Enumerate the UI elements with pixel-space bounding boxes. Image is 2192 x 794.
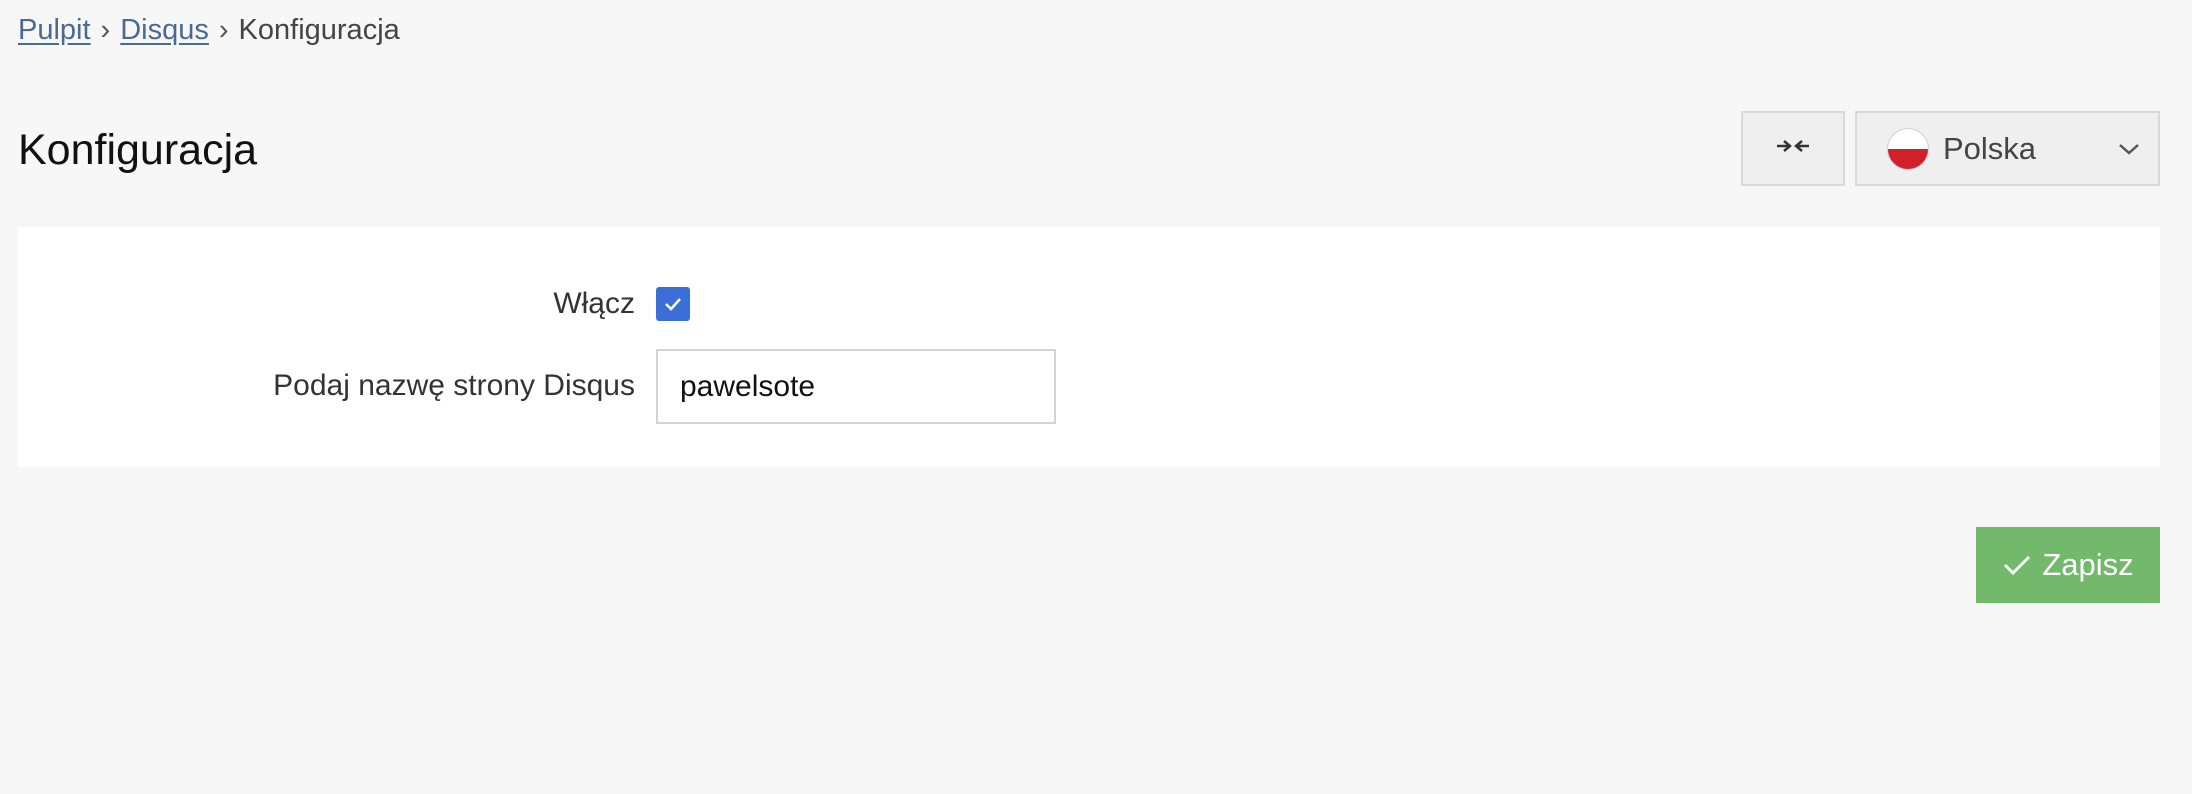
page-title: Konfiguracja <box>18 126 258 174</box>
breadcrumb-current: Konfiguracja <box>238 14 400 46</box>
enable-checkbox[interactable] <box>656 287 690 321</box>
enable-label: Włącz <box>553 287 635 320</box>
checkmark-icon <box>665 298 681 311</box>
save-button-label: Zapisz <box>2042 547 2134 582</box>
save-button[interactable]: Zapisz <box>1976 527 2160 603</box>
language-selected-label: Polska <box>1943 130 2037 166</box>
poland-flag-icon <box>1887 127 1929 170</box>
breadcrumb-separator: › <box>100 14 111 46</box>
breadcrumb-separator: › <box>218 14 229 46</box>
language-select[interactable]: Polska <box>1855 111 2160 186</box>
settings-card <box>18 227 2160 467</box>
site-name-input[interactable] <box>656 349 1056 424</box>
checkmark-icon <box>2002 553 2032 577</box>
breadcrumb-link-disqus[interactable]: Disqus <box>120 10 209 50</box>
collapse-arrows-icon <box>1775 136 1811 161</box>
collapse-button[interactable] <box>1741 111 1845 186</box>
page: Pulpit › Disqus › Konfiguracja Konfigura… <box>0 0 2192 794</box>
breadcrumb-link-pulpit[interactable]: Pulpit <box>18 10 91 50</box>
site-name-label: Podaj nazwę strony Disqus <box>273 369 635 402</box>
chevron-down-icon <box>2118 142 2140 156</box>
breadcrumb: Pulpit › Disqus › Konfiguracja <box>18 10 400 50</box>
